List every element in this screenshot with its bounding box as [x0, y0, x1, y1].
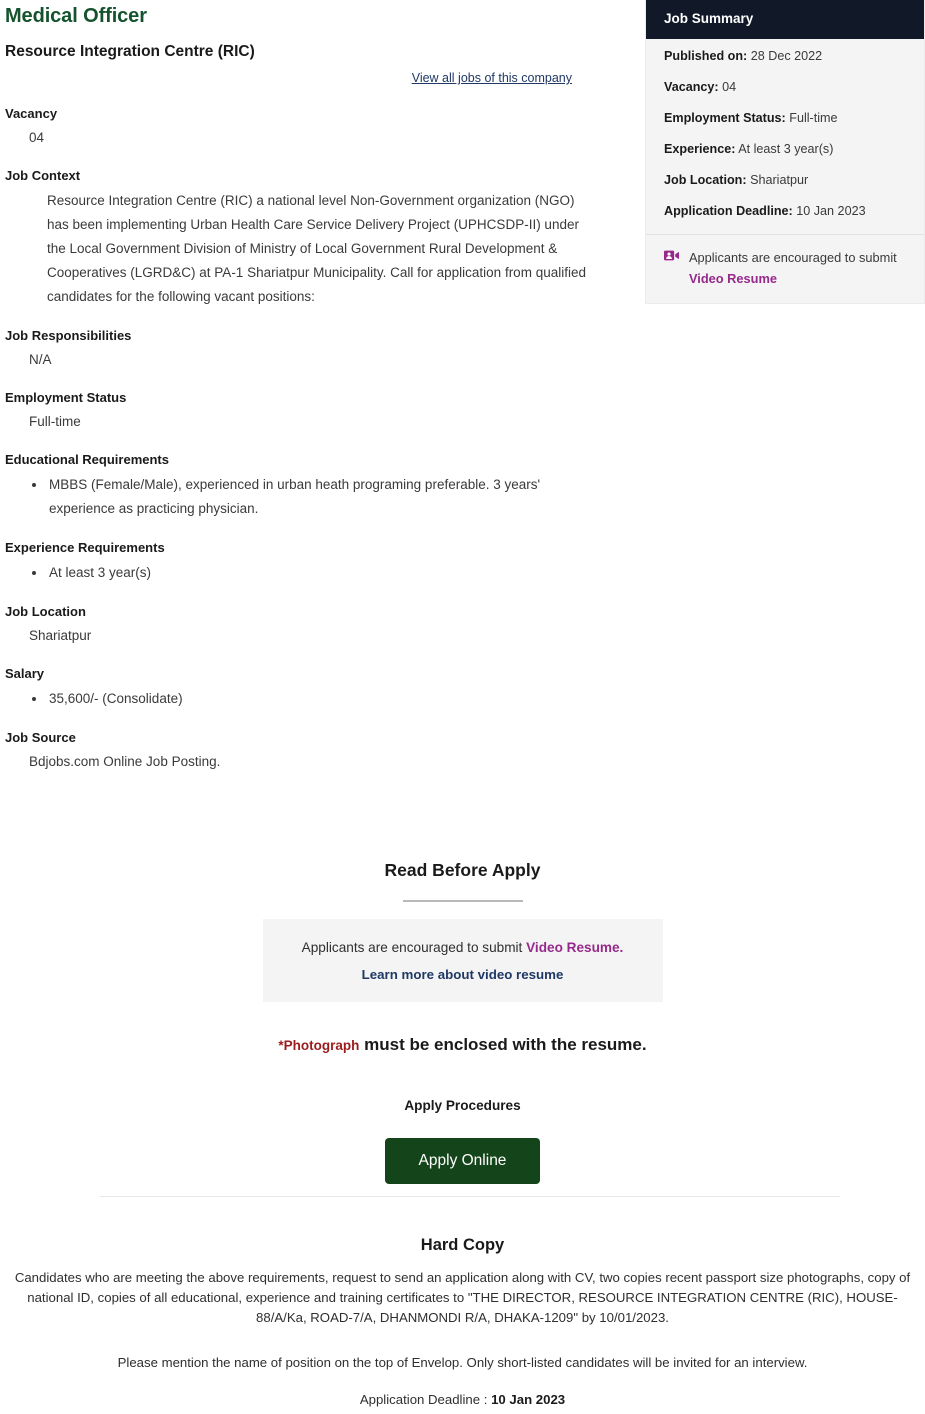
- job-context-value: Resource Integration Centre (RIC) a nati…: [47, 193, 586, 304]
- view-all-jobs-link[interactable]: View all jobs of this company: [412, 71, 572, 85]
- summary-row-experience: Experience: At least 3 year(s): [664, 141, 908, 158]
- summary-value: Full-time: [789, 111, 838, 125]
- hard-copy-divider: [100, 1196, 840, 1197]
- job-location-label: Job Location: [5, 604, 86, 619]
- video-resume-message: Applicants are encouraged to submit Vide…: [273, 937, 653, 958]
- hard-copy-deadline: Application Deadline : 10 Jan 2023: [14, 1390, 911, 1410]
- summary-label: Experience:: [664, 142, 736, 156]
- hard-copy-deadline-label: Application Deadline :: [359, 1392, 492, 1407]
- photograph-requirement-note: *Photograph must be enclosed with the re…: [0, 1033, 925, 1058]
- summary-row-published-on: Published on: 28 Dec 2022: [664, 48, 908, 65]
- summary-video-resume-text: Applicants are encouraged to submit Vide…: [689, 247, 908, 289]
- experience-requirements-label: Experience Requirements: [5, 540, 165, 555]
- section-educational-requirements: Educational Requirements MBBS (Female/Ma…: [5, 451, 596, 521]
- hard-copy-title: Hard Copy: [420, 1236, 505, 1254]
- section-vacancy: Vacancy 04: [5, 105, 596, 149]
- summary-video-resume-bold: Video Resume: [689, 271, 777, 286]
- section-job-responsibilities: Job Responsibilities N/A: [5, 327, 596, 371]
- video-resume-bold: Video Resume.: [526, 940, 624, 955]
- photograph-required-marker: *Photograph: [278, 1038, 360, 1053]
- hard-copy-deadline-value: 10 Jan 2023: [491, 1392, 566, 1407]
- educational-requirements-label: Educational Requirements: [5, 452, 169, 467]
- read-before-apply-section: Read Before Apply Applicants are encoura…: [0, 858, 925, 1184]
- summary-label: Vacancy:: [664, 80, 719, 94]
- company-name: Resource Integration Centre (RIC): [5, 43, 255, 60]
- summary-video-resume-strip[interactable]: Applicants are encouraged to submit Vide…: [646, 234, 924, 303]
- title-divider: [402, 900, 523, 902]
- list-item: At least 3 year(s): [47, 561, 596, 585]
- summary-value: 10 Jan 2023: [796, 204, 866, 218]
- job-summary-card: Job Summary Published on: 28 Dec 2022 Va…: [645, 0, 925, 304]
- apply-procedures-title: Apply Procedures: [404, 1098, 521, 1113]
- read-before-apply-title: Read Before Apply: [384, 860, 541, 880]
- hard-copy-paragraph-2: Please mention the name of position on t…: [117, 1355, 808, 1370]
- apply-online-button[interactable]: Apply Online: [384, 1138, 541, 1184]
- learn-more-video-resume-link[interactable]: Learn more about video resume: [273, 965, 653, 985]
- job-summary-body: Published on: 28 Dec 2022 Vacancy: 04 Em…: [646, 39, 924, 234]
- job-context-label: Job Context: [5, 168, 81, 183]
- summary-row-job-location: Job Location: Shariatpur: [664, 172, 908, 189]
- summary-value: 28 Dec 2022: [750, 49, 823, 63]
- vacancy-label: Vacancy: [5, 106, 58, 121]
- section-salary: Salary 35,600/- (Consolidate): [5, 665, 596, 711]
- list-item: MBBS (Female/Male), experienced in urban…: [47, 473, 596, 521]
- summary-row-application-deadline: Application Deadline: 10 Jan 2023: [664, 203, 908, 220]
- section-employment-status: Employment Status Full-time: [5, 389, 596, 433]
- educational-requirements-list: MBBS (Female/Male), experienced in urban…: [5, 473, 596, 521]
- summary-value: 04: [722, 80, 737, 94]
- summary-video-resume-plain: Applicants are encouraged to submit: [689, 250, 897, 265]
- section-job-location: Job Location Shariatpur: [5, 603, 596, 647]
- job-summary-heading: Job Summary: [646, 0, 924, 39]
- salary-label: Salary: [5, 666, 45, 681]
- section-job-source: Job Source Bdjobs.com Online Job Posting…: [5, 729, 596, 773]
- summary-label: Job Location:: [664, 173, 747, 187]
- section-job-context: Job Context Resource Integration Centre …: [5, 167, 596, 309]
- summary-value: At least 3 year(s): [738, 142, 834, 156]
- view-all-jobs-wrap: View all jobs of this company: [5, 69, 596, 87]
- video-resume-plain: Applicants are encouraged to submit: [301, 940, 527, 955]
- experience-requirements-list: At least 3 year(s): [5, 561, 596, 585]
- job-detail-main: Medical Officer Resource Integration Cen…: [0, 0, 620, 773]
- summary-row-employment-status: Employment Status: Full-time: [664, 110, 908, 127]
- hard-copy-paragraph: Candidates who are meeting the above req…: [14, 1270, 911, 1325]
- summary-label: Application Deadline:: [664, 204, 793, 218]
- job-source-label: Job Source: [5, 730, 76, 745]
- employment-status-value: Full-time: [29, 414, 81, 429]
- video-resume-icon: [664, 247, 679, 262]
- summary-label: Employment Status:: [664, 111, 786, 125]
- section-experience-requirements: Experience Requirements At least 3 year(…: [5, 539, 596, 585]
- video-resume-box: Applicants are encouraged to submit Vide…: [262, 919, 663, 1002]
- employment-status-label: Employment Status: [5, 390, 127, 405]
- job-responsibilities-label: Job Responsibilities: [5, 328, 132, 343]
- hard-copy-section: Hard Copy Candidates who are meeting the…: [0, 1234, 925, 1410]
- job-responsibilities-value: N/A: [29, 352, 52, 367]
- vacancy-value: 04: [29, 130, 45, 145]
- summary-value: Shariatpur: [750, 173, 809, 187]
- salary-list: 35,600/- (Consolidate): [5, 687, 596, 711]
- photograph-requirement-rest: must be enclosed with the resume.: [359, 1035, 647, 1054]
- summary-label: Published on:: [664, 49, 748, 63]
- job-source-value: Bdjobs.com Online Job Posting.: [29, 754, 221, 769]
- page-title: Medical Officer: [5, 5, 147, 27]
- summary-row-vacancy: Vacancy: 04: [664, 79, 908, 96]
- list-item: 35,600/- (Consolidate): [47, 687, 596, 711]
- job-location-value: Shariatpur: [29, 628, 92, 643]
